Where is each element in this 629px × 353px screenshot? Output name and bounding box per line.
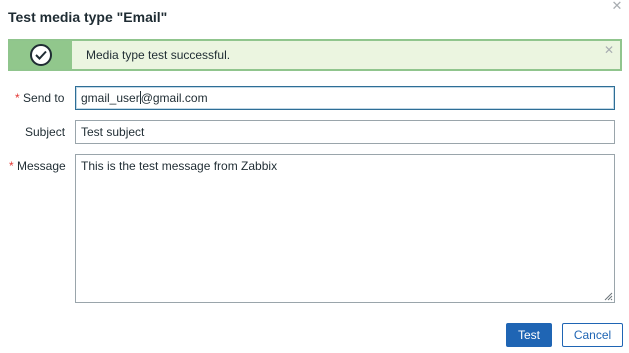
send-to-value-end: @gmail.com — [140, 91, 208, 105]
message-label-text: Message — [17, 159, 66, 173]
success-message-text: Media type test successful. — [86, 48, 231, 62]
success-icon-box — [10, 41, 72, 69]
success-message: Media type test successful. ✕ — [8, 39, 622, 71]
required-marker: * — [9, 159, 14, 173]
message-label: * Message — [9, 159, 66, 173]
dialog-close-icon[interactable]: ✕ — [611, 0, 623, 12]
message-close-icon[interactable]: ✕ — [604, 44, 614, 56]
send-to-label: * Send to — [15, 91, 64, 105]
send-to-label-text: Send to — [23, 91, 65, 105]
cancel-button[interactable]: Cancel — [562, 323, 623, 347]
message-value: This is the test message from Zabbix — [81, 159, 278, 173]
resize-grip-icon[interactable] — [604, 292, 613, 301]
subject-label: Subject — [25, 125, 66, 139]
dialog-title: Test media type "Email" — [8, 9, 168, 25]
test-button[interactable]: Test — [506, 323, 552, 347]
message-textarea[interactable]: This is the test message from Zabbix — [75, 154, 615, 303]
required-marker: * — [15, 91, 20, 105]
send-to-value-start: gmail_user — [81, 91, 140, 105]
subject-input[interactable]: Test subject — [75, 120, 615, 144]
check-circle-icon — [30, 44, 52, 66]
send-to-input[interactable]: gmail_user@gmail.com — [75, 86, 615, 110]
